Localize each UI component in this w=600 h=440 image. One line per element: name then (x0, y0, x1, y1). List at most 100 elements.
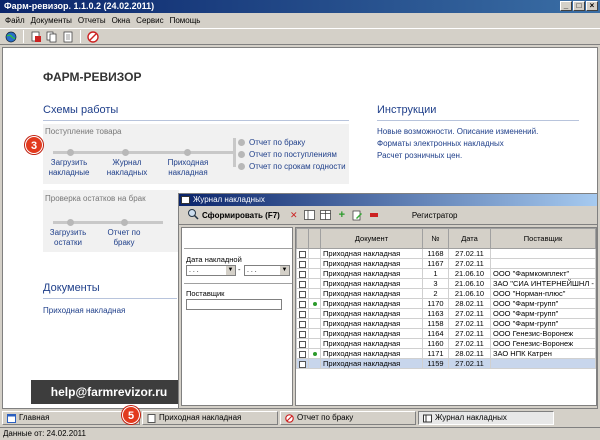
cell-date: 27.02.11 (448, 328, 491, 339)
instructions-link-whats-new[interactable]: Новые возможности. Описание изменений. (377, 127, 538, 137)
link-defect-report-2[interactable]: Отчет по браку (101, 228, 147, 248)
minimize-button[interactable]: _ (560, 1, 572, 11)
link-invoice-journal[interactable]: Журнал накладных (105, 158, 149, 178)
checkbox[interactable] (299, 250, 306, 258)
link-receipt-invoice[interactable]: Приходная накладная (161, 158, 215, 178)
menu-help[interactable]: Помощь (167, 14, 204, 27)
table-row[interactable]: Приходная накладная 1170 28.02.11 ООО "Фарм… (296, 298, 596, 309)
copy-icon[interactable] (45, 30, 59, 44)
task-main[interactable]: Главная (2, 411, 140, 425)
checkbox[interactable] (299, 320, 306, 328)
menu-windows[interactable]: Окна (109, 14, 134, 27)
supplier-input[interactable] (186, 299, 282, 310)
cell-date: 21.06.10 (448, 288, 491, 299)
link-load-stock[interactable]: Загрузить остатки (45, 228, 91, 248)
row-status (308, 248, 321, 259)
divider (43, 298, 177, 299)
checkbox[interactable] (299, 330, 306, 338)
flow-line (53, 151, 233, 154)
cell-date: 28.02.11 (448, 298, 491, 309)
journal-title: Журнал накладных (193, 195, 265, 204)
row-status (308, 288, 321, 299)
col-number[interactable]: № (422, 228, 449, 249)
col-date[interactable]: Дата (448, 228, 491, 249)
table-row[interactable]: Приходная накладная 1167 27.02.11 (296, 258, 596, 269)
task-defect-report[interactable]: Отчет по браку (280, 411, 416, 425)
table-row[interactable]: Приходная накладная 1 21.06.10 ООО "Фармком… (296, 268, 596, 279)
stop-icon[interactable] (86, 30, 100, 44)
menu-file[interactable]: Файл (2, 14, 28, 27)
menu-reports[interactable]: Отчеты (75, 14, 109, 27)
link-load-invoices[interactable]: Загрузить накладные (45, 158, 93, 178)
link-receipt-report[interactable]: Отчет по поступлениям (249, 150, 337, 160)
row-checkbox (296, 308, 309, 319)
remove-icon[interactable] (368, 209, 380, 221)
cell-document: Приходная накладная (320, 258, 423, 269)
table-row[interactable]: Приходная накладная 1171 28.02.11 ЗАО НПК К… (296, 348, 596, 359)
link-defect-report[interactable]: Отчет по браку (249, 138, 305, 148)
registrar-label[interactable]: Регистратор (412, 211, 458, 220)
table-row[interactable]: Приходная накладная 1159 27.02.11 (296, 358, 596, 369)
generate-button[interactable]: Сформировать (F7) (183, 208, 284, 223)
table-row[interactable]: Приходная накладная 1160 27.02.11 ООО Генез… (296, 338, 596, 349)
maximize-button[interactable]: □ (573, 1, 585, 11)
table-row[interactable]: Приходная накладная 3 21.06.10 ЗАО "СИА ИНТ… (296, 278, 596, 289)
instructions-link-prices[interactable]: Расчет розничных цен. (377, 151, 462, 161)
help-email[interactable]: help@farmrevizor.ru (31, 380, 187, 404)
table-row[interactable]: Приходная накладная 1168 27.02.11 (296, 248, 596, 259)
link-documents-receipt[interactable]: Приходная накладная (43, 306, 125, 316)
edit-icon[interactable] (352, 209, 364, 221)
table-row[interactable]: Приходная накладная 2 21.06.10 ООО "Норман-… (296, 288, 596, 299)
columns-icon[interactable] (304, 209, 316, 221)
chevron-down-icon[interactable]: ▼ (280, 266, 289, 275)
invoice-journal-window: Журнал накладных Сформировать (F7) ✕ + Р… (178, 193, 598, 409)
col-status[interactable] (308, 228, 321, 249)
window-title-bar: Фарм-ревизор. 1.1.0.2 (24.02.2011) _ □ × (0, 0, 600, 13)
menu-documents[interactable]: Документы (28, 14, 75, 27)
cell-document: Приходная накладная (320, 268, 423, 279)
checkbox[interactable] (299, 270, 306, 278)
checkbox[interactable] (299, 360, 306, 368)
date-to-combo[interactable]: . . . ▼ (244, 265, 290, 276)
add-icon[interactable]: + (336, 209, 348, 221)
table-row[interactable]: Приходная накладная 1163 27.02.11 ООО "Фарм… (296, 308, 596, 319)
table-header-row: Документ № Дата Поставщик (296, 228, 596, 249)
cell-date: 27.02.11 (448, 248, 491, 259)
task-invoice-journal[interactable]: Журнал накладных (418, 411, 554, 425)
checkbox[interactable] (299, 260, 306, 268)
cell-number: 2 (422, 288, 449, 299)
col-document[interactable]: Документ (320, 228, 423, 249)
row-checkbox (296, 288, 309, 299)
checkbox[interactable] (299, 300, 306, 308)
step-badge-3: 3 (25, 136, 43, 154)
col-supplier[interactable]: Поставщик (490, 228, 596, 249)
date-from-combo[interactable]: . . . ▼ (186, 265, 236, 276)
checkbox[interactable] (299, 340, 306, 348)
globe-icon[interactable] (4, 30, 18, 44)
main-toolbar (0, 28, 600, 45)
instructions-link-formats[interactable]: Форматы электронных накладных (377, 139, 504, 149)
table-row[interactable]: Приходная накладная 1158 27.02.11 ООО "Фарм… (296, 318, 596, 329)
checkbox[interactable] (299, 280, 306, 288)
checkbox[interactable] (299, 310, 306, 318)
row-checkbox (296, 318, 309, 329)
checkbox[interactable] (299, 350, 306, 358)
row-checkbox (296, 338, 309, 349)
table-row[interactable]: Приходная накладная 1164 27.02.11 ООО Генез… (296, 328, 596, 339)
task-receipt-invoice-label: Приходная накладная (159, 413, 242, 422)
checkbox[interactable] (299, 290, 306, 298)
documents-title: Документы (43, 282, 100, 294)
menu-service[interactable]: Сервис (133, 14, 166, 27)
close-button[interactable]: × (586, 1, 598, 11)
task-receipt-invoice[interactable]: Приходная накладная (142, 411, 278, 425)
cell-document: Приходная накладная (320, 358, 423, 369)
chevron-down-icon[interactable]: ▼ (226, 266, 235, 275)
delete-icon[interactable]: ✕ (288, 209, 300, 221)
task-defect-report-label: Отчет по браку (297, 413, 354, 422)
link-expiry-report[interactable]: Отчет по срокам годности (249, 162, 346, 172)
table-icon[interactable] (320, 209, 332, 221)
document-red-icon[interactable] (29, 30, 43, 44)
col-checkbox[interactable] (296, 228, 309, 249)
page-icon[interactable] (61, 30, 75, 44)
app-title: ФАРМ-РЕВИЗОР (43, 70, 142, 84)
